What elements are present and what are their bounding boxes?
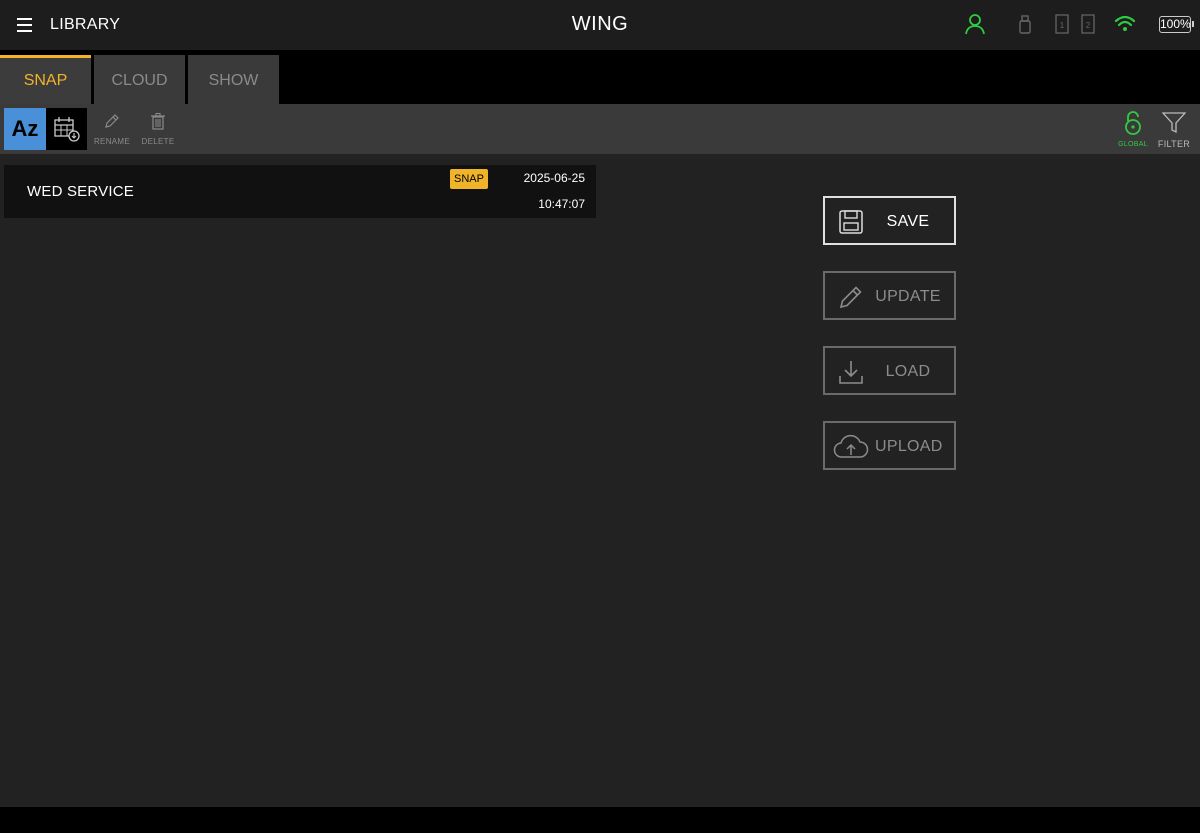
item-date: 2025-06-25 xyxy=(523,171,585,185)
rename-button[interactable]: RENAME xyxy=(89,112,135,146)
update-button[interactable]: UPDATE xyxy=(823,271,956,320)
battery-indicator: 100% xyxy=(1159,16,1194,33)
save-label: SAVE xyxy=(886,213,930,230)
usb-drive-icon xyxy=(1019,15,1031,34)
top-bar: LIBRARY WING 1 2 100% xyxy=(0,0,1200,50)
filter-icon xyxy=(1161,112,1187,134)
unlock-icon xyxy=(1125,111,1141,135)
delete-button[interactable]: DELETE xyxy=(135,112,181,146)
update-label: UPDATE xyxy=(875,288,941,305)
sort-alphabetical-button[interactable]: Az xyxy=(4,108,46,150)
tab-cloud[interactable]: CLOUD xyxy=(94,55,185,104)
list-item[interactable]: WED SERVICE SNAP 2025-06-25 10:47:07 xyxy=(4,165,596,218)
rename-label: RENAME xyxy=(93,137,131,146)
cloud-upload-icon xyxy=(833,434,869,458)
wifi-icon[interactable] xyxy=(1114,15,1136,33)
load-button[interactable]: LOAD xyxy=(823,346,956,395)
pencil-icon xyxy=(839,286,862,309)
svg-text:1: 1 xyxy=(1060,21,1065,30)
tab-show[interactable]: SHOW xyxy=(188,55,279,104)
upload-label: UPLOAD xyxy=(875,438,943,455)
sort-by-date-button[interactable] xyxy=(46,108,87,150)
tab-bar: SNAP CLOUD SHOW xyxy=(0,50,1200,104)
svg-text:2: 2 xyxy=(1086,21,1091,30)
global-lock-button[interactable]: GLOBAL xyxy=(1110,110,1156,148)
item-name: WED SERVICE xyxy=(27,183,134,200)
upload-button[interactable]: UPLOAD xyxy=(823,421,956,470)
sd-card-2-icon: 2 xyxy=(1081,14,1095,34)
save-disk-icon xyxy=(839,210,863,234)
calendar-sort-icon xyxy=(54,117,80,142)
item-type-badge: SNAP xyxy=(450,169,488,189)
load-label: LOAD xyxy=(885,363,931,380)
tab-snap[interactable]: SNAP xyxy=(0,55,91,104)
item-time: 10:47:07 xyxy=(538,197,585,211)
bottom-bar xyxy=(0,807,1200,833)
delete-label: DELETE xyxy=(141,137,175,146)
filter-button[interactable]: FILTER xyxy=(1151,112,1197,149)
library-content: WED SERVICE SNAP 2025-06-25 10:47:07 SAV… xyxy=(0,154,1200,807)
save-button[interactable]: SAVE xyxy=(823,196,956,245)
toolbar: Az RENAME DELETE GLOBAL FILTER xyxy=(0,104,1200,154)
filter-label: FILTER xyxy=(1157,139,1191,149)
download-icon xyxy=(839,361,863,384)
trash-icon xyxy=(151,113,165,130)
sd-card-1-icon: 1 xyxy=(1055,14,1069,34)
user-icon[interactable] xyxy=(964,13,986,35)
pencil-icon xyxy=(105,114,119,128)
global-label: GLOBAL xyxy=(1118,141,1148,148)
